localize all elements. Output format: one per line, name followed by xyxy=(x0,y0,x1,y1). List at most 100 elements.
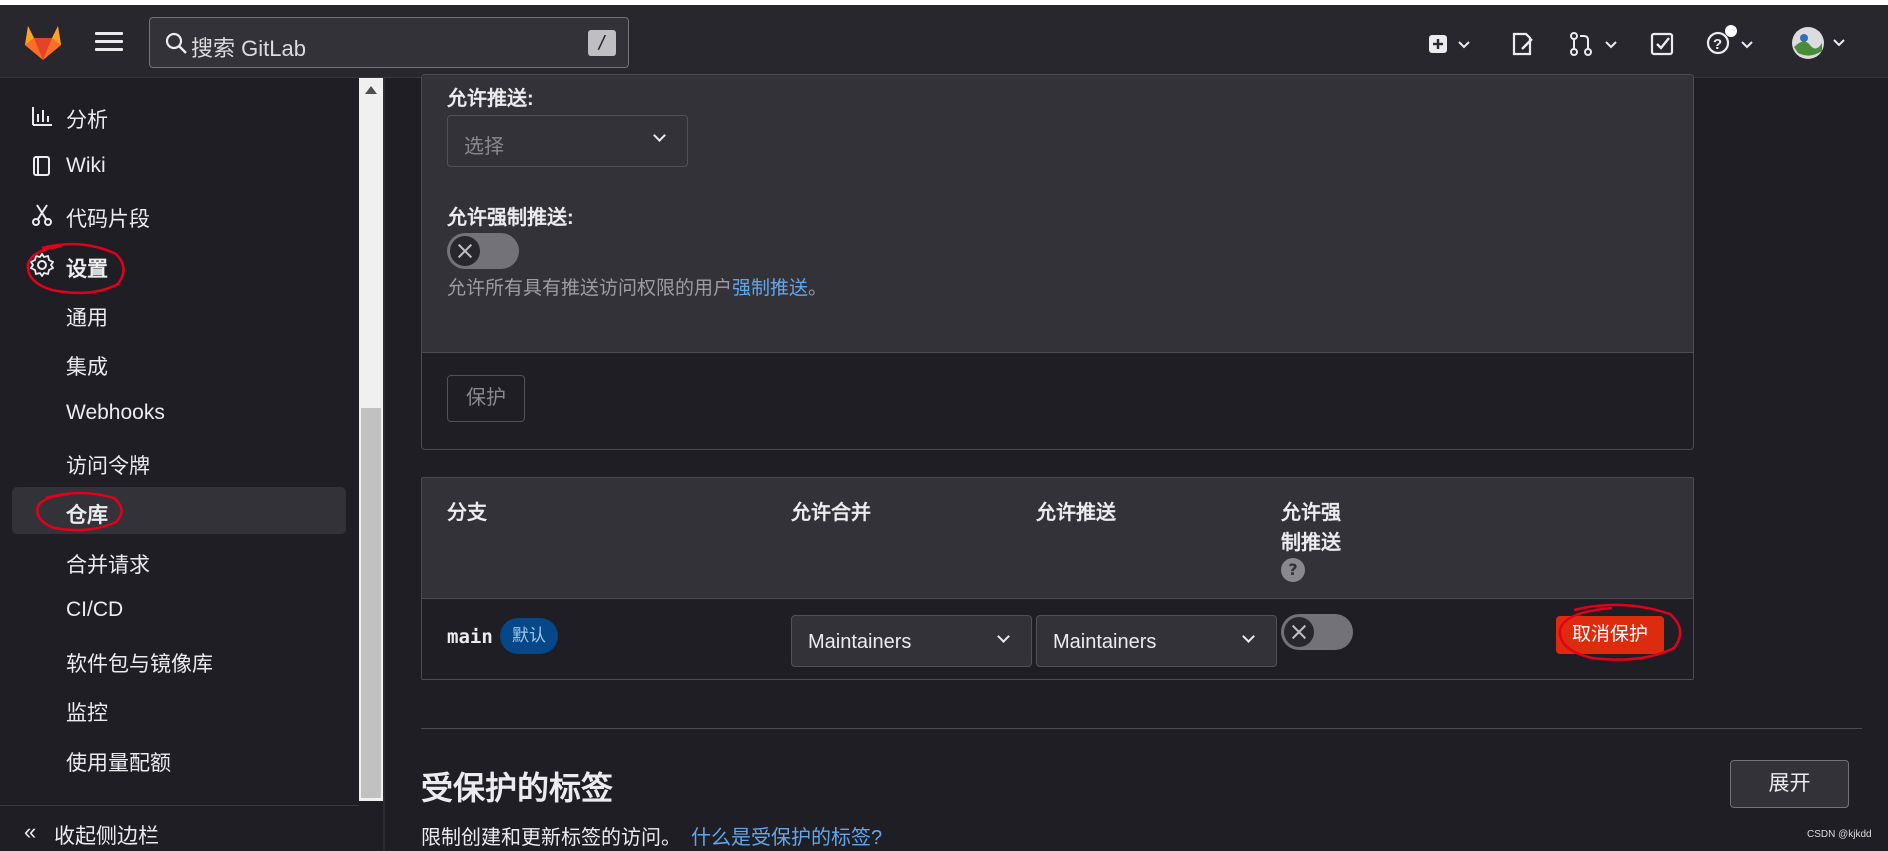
expand-button[interactable]: 展开 xyxy=(1730,760,1849,808)
allow-force-push-label: 允许强制推送: xyxy=(447,207,574,229)
allow-push-select-value: 选择 xyxy=(464,136,504,158)
sidebar-item-label: 仓库 xyxy=(66,504,108,527)
row-force-push-toggle[interactable] xyxy=(1281,614,1353,650)
header-line-2: 制推送 xyxy=(1281,532,1341,554)
table-header: 分支 允许合并 允许推送 允许强 制推送 ? xyxy=(422,478,1693,599)
user-menu-dropdown[interactable] xyxy=(1790,23,1852,59)
sidebar-item-label: CI/CD xyxy=(66,598,124,621)
chevron-down-icon xyxy=(1242,630,1255,643)
section-divider xyxy=(421,728,1862,729)
sidebar-subitem-usage-quotas[interactable]: 使用量配额 xyxy=(12,735,346,782)
chevron-down-icon xyxy=(997,630,1010,643)
protected-tags-help-link[interactable]: 什么是受保护的标签? xyxy=(691,827,882,849)
sidebar-item-settings[interactable]: 设置 xyxy=(12,241,346,288)
sidebar-item-label: Wiki xyxy=(66,154,106,177)
plus-square-icon xyxy=(1429,35,1470,53)
avatar-icon xyxy=(1792,27,1845,59)
help-text-suffix: 。 xyxy=(808,278,828,299)
sidebar-subitem-repository[interactable]: 仓库 xyxy=(12,487,346,534)
sidebar-item-label: 合并请求 xyxy=(66,554,150,577)
chart-icon xyxy=(32,107,52,126)
close-icon xyxy=(1284,617,1314,647)
question-mark-icon[interactable]: ? xyxy=(1281,558,1305,582)
sidebar-item-label: 代码片段 xyxy=(66,208,150,231)
protect-button[interactable]: 保护 xyxy=(447,375,525,422)
search-input[interactable]: 搜索 GitLab / xyxy=(149,17,629,68)
allow-push-label: 允许推送: xyxy=(447,88,534,110)
todo-checkbox-icon xyxy=(1650,32,1674,56)
sidebar-scrollbar[interactable] xyxy=(359,78,383,801)
sidebar-subitem-merge-requests[interactable]: 合并请求 xyxy=(12,537,346,584)
sidebar-item-label: 软件包与镜像库 xyxy=(66,653,213,676)
issues-icon xyxy=(1512,32,1533,56)
sidebar: 分析 Wiki 代码片段 设置 通用 集成 Webhooks 访问令牌 仓库 合… xyxy=(0,78,359,851)
default-badge: 默认 xyxy=(500,618,558,654)
column-header-allow-push: 允许推送 xyxy=(1036,502,1116,524)
sidebar-item-label: 使用量配额 xyxy=(66,752,171,775)
sidebar-item-label: 设置 xyxy=(66,258,108,281)
sidebar-subitem-general[interactable]: 通用 xyxy=(12,290,346,337)
double-chevron-left-icon: « xyxy=(24,819,37,844)
new-item-dropdown[interactable] xyxy=(1426,29,1476,59)
column-header-allow-merge: 允许合并 xyxy=(791,502,871,524)
header-line-1: 允许强 xyxy=(1281,502,1341,524)
column-header-branch: 分支 xyxy=(447,502,487,524)
sidebar-subitem-webhooks[interactable]: Webhooks xyxy=(12,389,346,436)
gear-icon xyxy=(30,253,54,277)
search-shortcut-key: / xyxy=(588,30,616,56)
search-placeholder: 搜索 GitLab xyxy=(191,36,306,61)
sidebar-item-label: Webhooks xyxy=(66,401,165,424)
sidebar-item-label: 分析 xyxy=(66,109,108,132)
sidebar-subitem-ci-cd[interactable]: CI/CD xyxy=(12,586,346,633)
force-push-link[interactable]: 强制推送 xyxy=(732,278,808,299)
sidebar-subitem-monitor[interactable]: 监控 xyxy=(12,685,346,732)
help-icon: ? xyxy=(1706,25,1753,55)
scissors-icon xyxy=(32,204,52,226)
todos-button[interactable] xyxy=(1648,29,1678,59)
book-icon xyxy=(33,156,50,176)
unprotect-button[interactable]: 取消保护 xyxy=(1556,616,1664,654)
sidebar-item-label: 监控 xyxy=(66,702,108,725)
protect-branch-form: 允许推送: 选择 允许强制推送: 允许所有具有推送访问权限的用户强制推送。 保护 xyxy=(421,74,1694,450)
issues-button[interactable] xyxy=(1508,29,1538,59)
merge-request-icon xyxy=(1570,32,1617,56)
chevron-down-icon xyxy=(653,129,666,142)
protect-branch-form-body: 允许推送: 选择 允许强制推送: 允许所有具有推送访问权限的用户强制推送。 xyxy=(422,75,1693,353)
sidebar-subitem-access-tokens[interactable]: 访问令牌 xyxy=(12,438,346,485)
collapse-sidebar-button[interactable]: « 收起侧边栏 xyxy=(0,805,359,851)
collapse-sidebar-label: 收起侧边栏 xyxy=(54,825,159,848)
svg-text:?: ? xyxy=(1713,36,1722,53)
search-icon xyxy=(165,32,187,54)
protected-branches-table: 分支 允许合并 允许推送 允许强 制推送 ? main 默认 Maintaine… xyxy=(421,477,1694,680)
sidebar-subitem-integrations[interactable]: 集成 xyxy=(12,339,346,386)
scrollbar-thumb[interactable] xyxy=(361,408,381,798)
protected-tags-title: 受保护的标签 xyxy=(421,770,614,806)
gitlab-logo[interactable] xyxy=(22,22,64,62)
top-navbar: 搜索 GitLab / ? xyxy=(0,5,1888,78)
scroll-up-arrow-icon[interactable] xyxy=(365,86,377,94)
main-content: 允许推送: 选择 允许强制推送: 允许所有具有推送访问权限的用户强制推送。 保护… xyxy=(385,74,1888,851)
sidebar-item-label: 通用 xyxy=(66,307,108,330)
branch-name: main xyxy=(447,626,493,648)
allow-push-dropdown[interactable]: Maintainers xyxy=(1036,615,1277,667)
sidebar-item-label: 访问令牌 xyxy=(66,455,150,478)
watermark: CSDN @kjkdd xyxy=(1807,829,1872,840)
sidebar-item-label: 集成 xyxy=(66,356,108,379)
help-text-prefix: 允许所有具有推送访问权限的用户 xyxy=(447,278,733,299)
allow-merge-dropdown[interactable]: Maintainers xyxy=(791,615,1032,667)
sidebar-item-analytics[interactable]: 分析 xyxy=(12,92,346,139)
force-push-help-text: 允许所有具有推送访问权限的用户强制推送。 xyxy=(447,273,827,300)
help-dropdown[interactable]: ? xyxy=(1704,23,1760,55)
sidebar-item-wiki[interactable]: Wiki xyxy=(12,142,346,189)
sidebar-subitem-packages-registries[interactable]: 软件包与镜像库 xyxy=(12,636,346,683)
menu-icon[interactable] xyxy=(95,32,123,54)
protected-tags-description: 限制创建和更新标签的访问。 什么是受保护的标签? xyxy=(421,821,882,850)
allow-push-select[interactable]: 选择 xyxy=(447,115,688,167)
sidebar-item-snippets[interactable]: 代码片段 xyxy=(12,191,346,238)
description-text: 限制创建和更新标签的访问。 xyxy=(421,827,681,849)
close-icon xyxy=(450,236,480,266)
force-push-toggle[interactable] xyxy=(447,233,519,269)
allow-push-value: Maintainers xyxy=(1053,631,1157,653)
column-header-allow-force-push: 允许强 制推送 xyxy=(1281,498,1341,558)
merge-requests-dropdown[interactable] xyxy=(1566,29,1622,59)
